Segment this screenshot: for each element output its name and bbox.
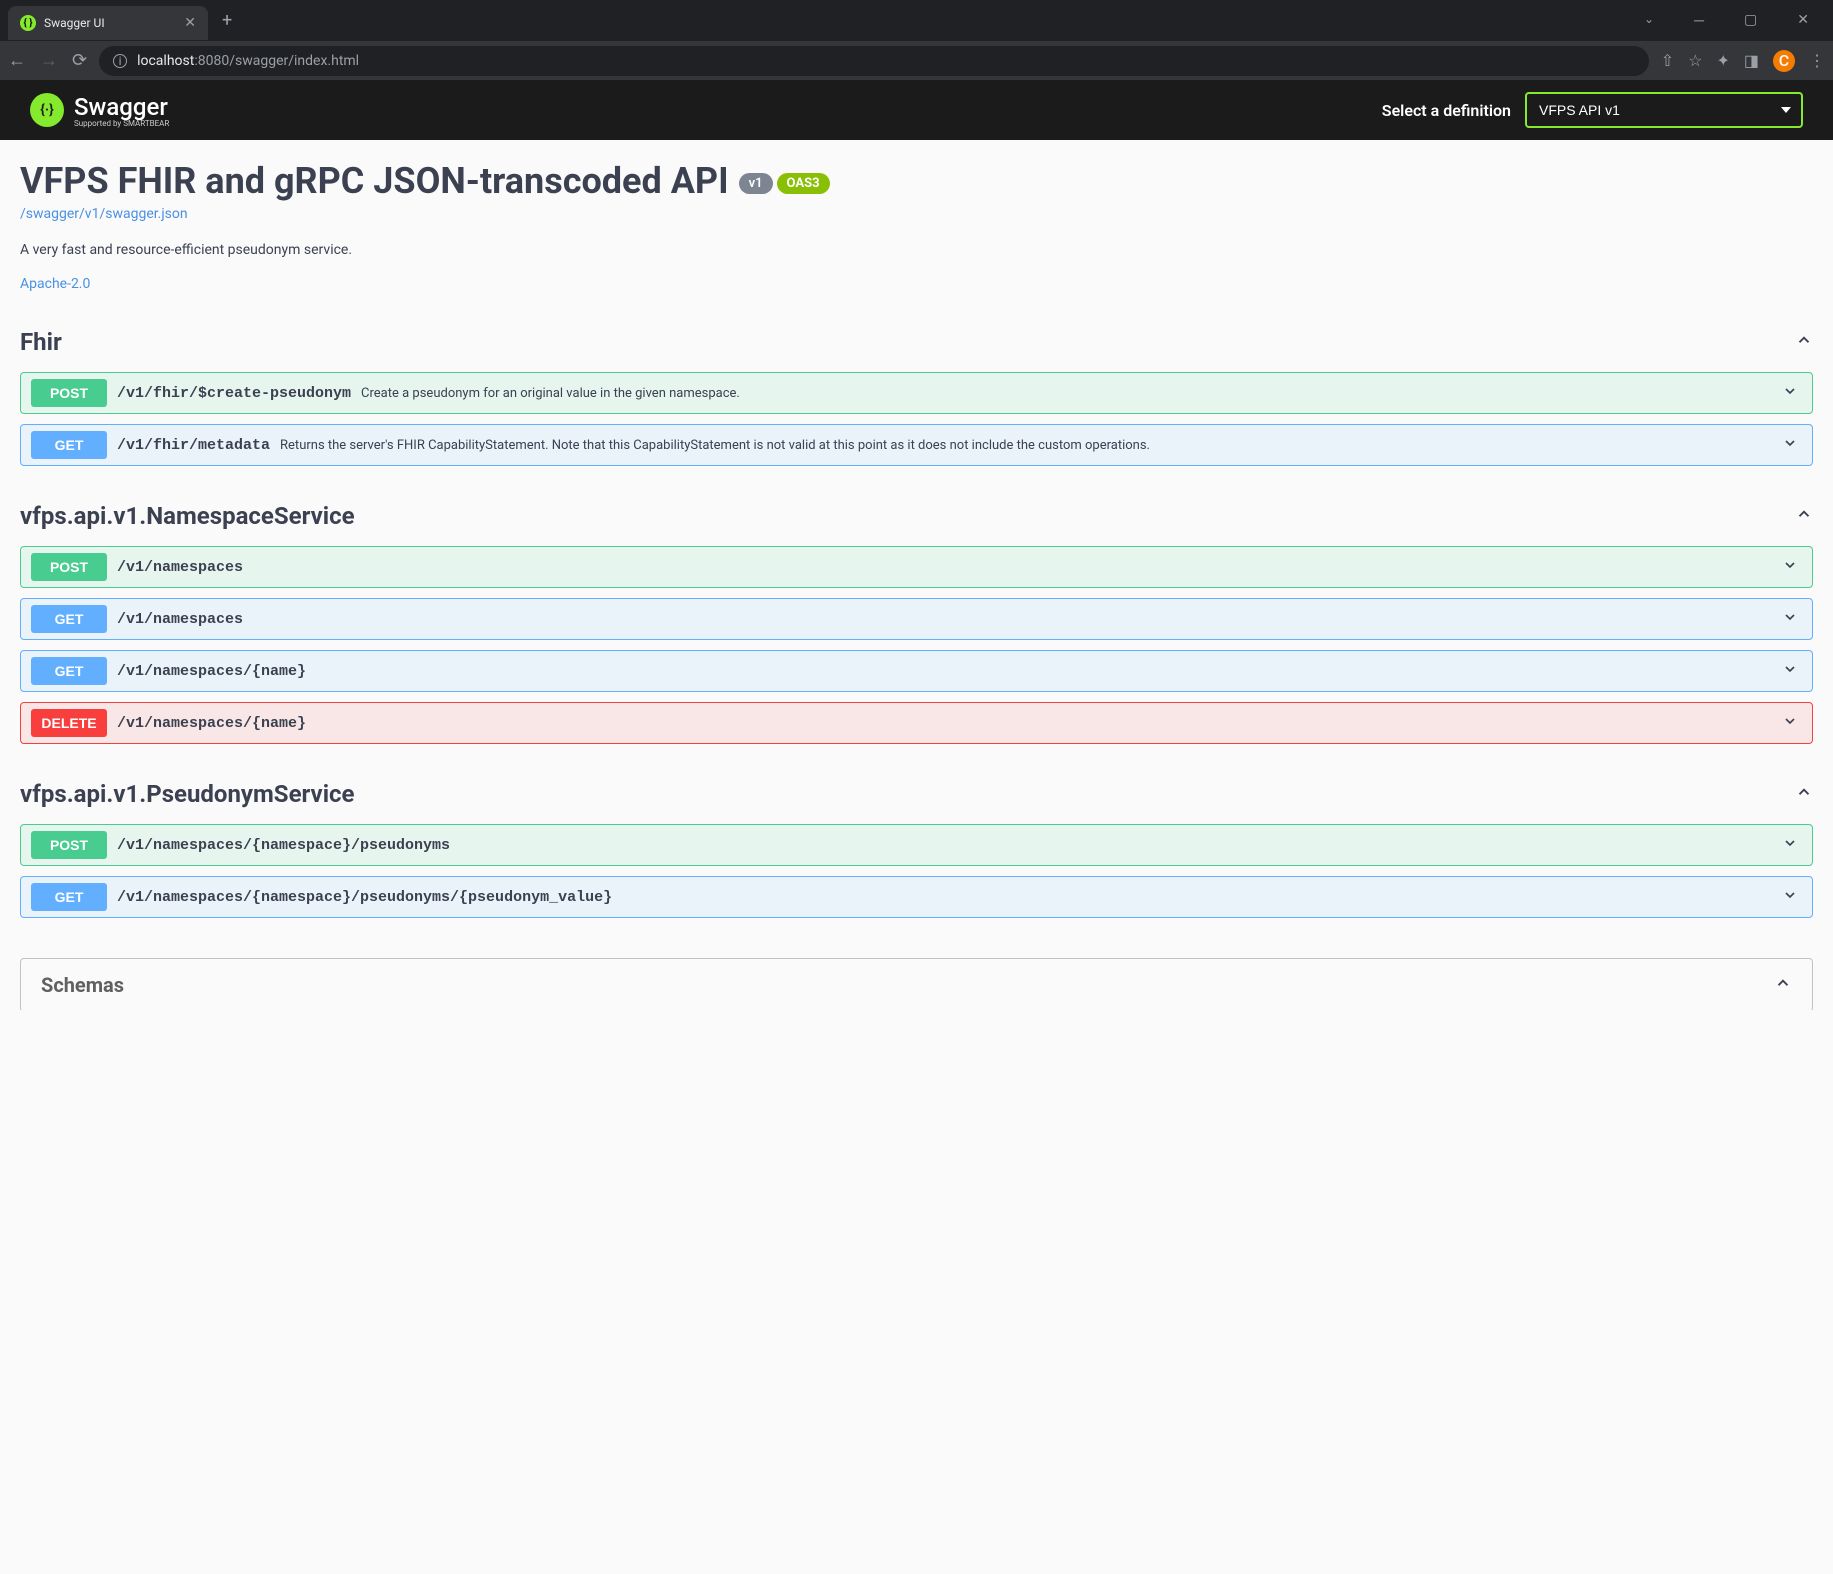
operation-row[interactable]: DELETE/v1/namespaces/{name} (20, 702, 1813, 744)
definition-label: Select a definition (1382, 101, 1511, 120)
schemas-title: Schemas (41, 973, 124, 997)
site-info-icon[interactable]: i (113, 54, 127, 68)
oas-badge: OAS3 (777, 173, 830, 194)
operation-path: /v1/namespaces (117, 611, 243, 628)
chevron-up-icon[interactable] (1795, 783, 1813, 806)
new-tab-button[interactable]: + (212, 10, 242, 31)
operation-path: /v1/namespaces/{namespace}/pseudonyms (117, 837, 450, 854)
page-viewport[interactable]: {·} Swagger Supported by SMARTBEAR Selec… (0, 80, 1833, 1010)
chevron-down-icon[interactable] (1782, 557, 1802, 577)
tag-header[interactable]: vfps.api.v1.NamespaceService (20, 496, 1813, 536)
chevron-down-icon[interactable] (1782, 713, 1802, 733)
url-display: localhost:8080/swagger/index.html (137, 53, 359, 69)
swagger-logo-icon: {·} (30, 93, 64, 127)
tag-section: vfps.api.v1.NamespaceService POST/v1/name… (20, 496, 1813, 744)
method-badge: GET (31, 605, 107, 633)
tab-favicon-icon: { } (20, 15, 36, 31)
nav-buttons: ← → ⟳ (8, 50, 87, 71)
chevron-down-icon[interactable] (1782, 887, 1802, 907)
chevron-down-icon[interactable] (1782, 835, 1802, 855)
chevron-down-icon[interactable] (1782, 383, 1802, 403)
tab-title: Swagger UI (44, 16, 176, 30)
close-window-button[interactable]: ✕ (1785, 8, 1821, 33)
operation-row[interactable]: GET/v1/namespaces/{name} (20, 650, 1813, 692)
toolbar-actions: ⇧ ☆ ✦ ◨ C ⋮ (1661, 50, 1825, 72)
browser-tab[interactable]: { } Swagger UI ✕ (8, 6, 208, 40)
tag-header[interactable]: Fhir (20, 322, 1813, 362)
share-icon[interactable]: ⇧ (1661, 51, 1674, 70)
browser-chrome: { } Swagger UI ✕ + ⌄ ─ ▢ ✕ ← → ⟳ i local… (0, 0, 1833, 80)
api-title: VFPS FHIR and gRPC JSON-transcoded API (20, 160, 729, 202)
chevron-down-icon[interactable] (1782, 661, 1802, 681)
chevron-up-icon[interactable] (1795, 505, 1813, 528)
swagger-body: VFPS FHIR and gRPC JSON-transcoded API v… (0, 140, 1833, 1010)
operation-row[interactable]: POST/v1/fhir/$create-pseudonym Create a p… (20, 372, 1813, 414)
chevron-down-icon[interactable]: ⌄ (1632, 8, 1666, 33)
bookmark-icon[interactable]: ☆ (1688, 51, 1702, 70)
logo-text: Swagger (74, 93, 169, 121)
method-badge: POST (31, 379, 107, 407)
method-badge: GET (31, 431, 107, 459)
tag-header[interactable]: vfps.api.v1.PseudonymService (20, 774, 1813, 814)
method-badge: GET (31, 883, 107, 911)
chevron-down-icon[interactable] (1782, 435, 1802, 455)
address-bar[interactable]: i localhost:8080/swagger/index.html (99, 46, 1649, 76)
tag-section: vfps.api.v1.PseudonymService POST/v1/name… (20, 774, 1813, 918)
operation-path: /v1/namespaces/{name} (117, 663, 306, 680)
close-tab-icon[interactable]: ✕ (184, 15, 196, 31)
chevron-down-icon[interactable] (1782, 609, 1802, 629)
panel-icon[interactable]: ◨ (1744, 51, 1759, 70)
spec-link[interactable]: /swagger/v1/swagger.json (20, 206, 188, 222)
extensions-icon[interactable]: ✦ (1716, 51, 1729, 70)
window-controls: ⌄ ─ ▢ ✕ (1632, 8, 1825, 33)
tag-section: Fhir POST/v1/fhir/$create-pseudonym Create… (20, 322, 1813, 466)
schemas-section[interactable]: Schemas (20, 958, 1813, 1010)
chevron-up-icon[interactable] (1774, 974, 1792, 997)
operation-row[interactable]: GET/v1/fhir/metadata Returns the server's… (20, 424, 1813, 466)
logo-subtitle: Supported by SMARTBEAR (74, 119, 169, 128)
operation-description: Returns the server's FHIR CapabilityStat… (280, 438, 1772, 453)
operation-row[interactable]: GET/v1/namespaces/{namespace}/pseudonyms… (20, 876, 1813, 918)
tab-bar: { } Swagger UI ✕ + ⌄ ─ ▢ ✕ (0, 0, 1833, 40)
operation-row[interactable]: POST/v1/namespaces (20, 546, 1813, 588)
operation-row[interactable]: GET/v1/namespaces (20, 598, 1813, 640)
back-button[interactable]: ← (8, 50, 26, 71)
browser-toolbar: ← → ⟳ i localhost:8080/swagger/index.htm… (0, 40, 1833, 80)
avatar[interactable]: C (1773, 50, 1795, 72)
operation-path: /v1/namespaces (117, 559, 243, 576)
method-badge: POST (31, 553, 107, 581)
tag-name: Fhir (20, 328, 62, 356)
operation-path: /v1/fhir/metadata (117, 437, 270, 454)
tag-name: vfps.api.v1.NamespaceService (20, 502, 355, 530)
reload-button[interactable]: ⟳ (72, 50, 87, 71)
maximize-button[interactable]: ▢ (1732, 8, 1769, 33)
definition-select[interactable]: VFPS API v1 (1525, 92, 1803, 128)
api-heading-row: VFPS FHIR and gRPC JSON-transcoded API v… (20, 160, 1813, 202)
forward-button[interactable]: → (40, 50, 58, 71)
swagger-logo: {·} Swagger Supported by SMARTBEAR (30, 93, 169, 128)
method-badge: DELETE (31, 709, 107, 737)
swagger-header: {·} Swagger Supported by SMARTBEAR Selec… (0, 80, 1833, 140)
method-badge: GET (31, 657, 107, 685)
menu-icon[interactable]: ⋮ (1809, 51, 1825, 70)
operation-path: /v1/namespaces/{namespace}/pseudonyms/{p… (117, 889, 612, 906)
license-link[interactable]: Apache-2.0 (20, 276, 90, 292)
definition-selector: Select a definition VFPS API v1 (1382, 92, 1803, 128)
operation-path: /v1/namespaces/{name} (117, 715, 306, 732)
api-description: A very fast and resource-efficient pseud… (20, 242, 1813, 258)
method-badge: POST (31, 831, 107, 859)
tag-name: vfps.api.v1.PseudonymService (20, 780, 355, 808)
version-badge: v1 (739, 173, 773, 194)
minimize-button[interactable]: ─ (1682, 8, 1716, 33)
operation-path: /v1/fhir/$create-pseudonym (117, 385, 351, 402)
chevron-up-icon[interactable] (1795, 331, 1813, 354)
operation-row[interactable]: POST/v1/namespaces/{namespace}/pseudonym… (20, 824, 1813, 866)
operation-description: Create a pseudonym for an original value… (361, 386, 1772, 401)
